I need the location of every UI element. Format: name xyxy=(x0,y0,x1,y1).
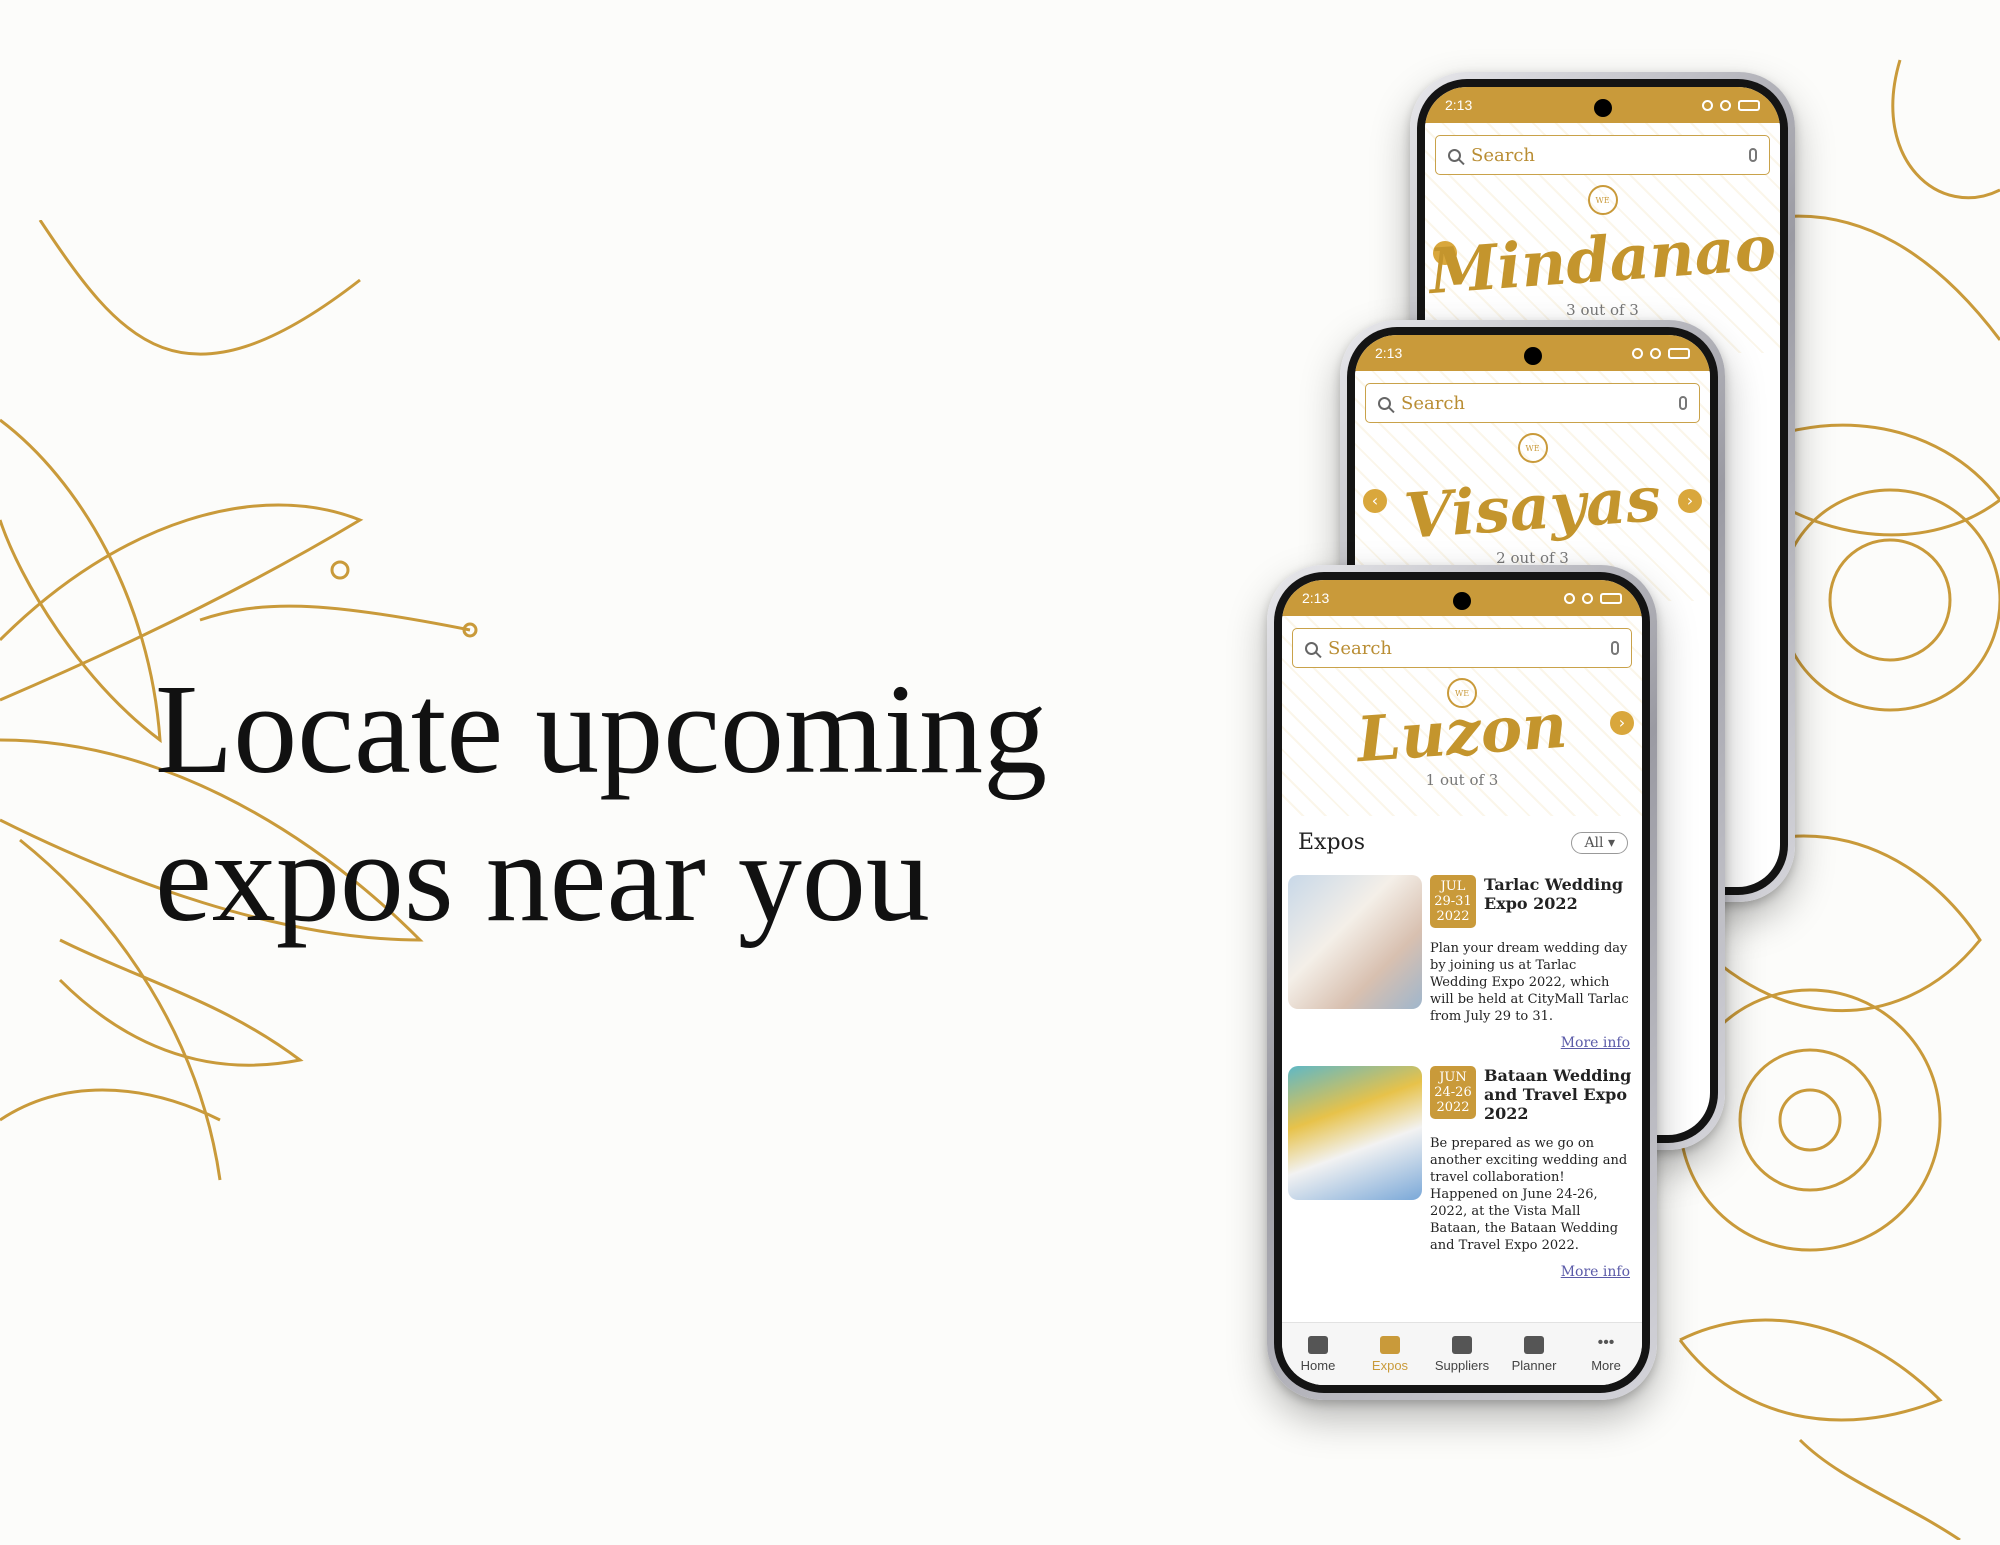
status-icons xyxy=(1632,347,1690,359)
suppliers-icon xyxy=(1452,1335,1472,1354)
region-title: Luzon xyxy=(1354,688,1570,777)
expo-card[interactable]: JUL 29-31 2022 Tarlac Wedding Expo 2022 … xyxy=(1282,865,1642,1052)
battery-icon xyxy=(1600,592,1622,604)
filter-value: All xyxy=(1584,834,1604,851)
expo-year: 2022 xyxy=(1436,1100,1470,1115)
tab-label: Home xyxy=(1300,1357,1336,1373)
expo-days: 24-26 xyxy=(1434,1085,1472,1100)
filter-dropdown[interactable]: All ▾ xyxy=(1571,831,1628,854)
front-camera xyxy=(1453,592,1471,610)
expo-title: Tarlac Wedding Expo 2022 xyxy=(1484,875,1624,913)
more-info-link[interactable]: More info xyxy=(1430,1035,1634,1052)
search-placeholder: Search xyxy=(1401,392,1465,414)
expo-days: 29-31 xyxy=(1434,894,1472,909)
more-info-link[interactable]: More info xyxy=(1430,1264,1634,1281)
region-title: Visayas xyxy=(1401,462,1664,553)
search-icon xyxy=(1305,641,1318,655)
headline-line-1: Locate upcoming xyxy=(155,658,1048,800)
region-banner: Search WE › Luzon 1 out of 3 xyxy=(1282,616,1642,816)
status-time: 2:13 xyxy=(1375,345,1403,361)
tab-label: Planner xyxy=(1511,1357,1557,1373)
expo-month: JUL xyxy=(1440,879,1466,894)
search-icon xyxy=(1448,148,1461,162)
expo-card[interactable]: JUN 24-26 2022 Bataan Wedding and Travel… xyxy=(1282,1052,1642,1281)
search-bar[interactable]: Search xyxy=(1365,383,1700,423)
phone-luzon: 2:13 Search WE › Luzon 1 out of 3 Expos … xyxy=(1267,565,1657,1400)
search-placeholder: Search xyxy=(1328,637,1392,659)
expo-date-badge: JUL 29-31 2022 xyxy=(1430,875,1476,928)
expo-month: JUN xyxy=(1439,1070,1467,1085)
battery-icon xyxy=(1668,347,1690,359)
wifi-icon xyxy=(1650,347,1661,359)
home-icon xyxy=(1308,1335,1328,1354)
expos-header: Expos All ▾ xyxy=(1282,816,1642,865)
expo-image[interactable] xyxy=(1288,875,1422,1009)
expos-title: Expos xyxy=(1298,830,1366,855)
tab-label: Suppliers xyxy=(1434,1357,1490,1373)
region-title: Mindanao xyxy=(1426,210,1779,309)
app-logo: WE xyxy=(1517,433,1548,463)
wifi-icon xyxy=(1720,99,1731,111)
bottom-tab-bar: Home Expos Suppliers Planner ••• More xyxy=(1282,1322,1642,1385)
tab-planner[interactable]: Planner xyxy=(1498,1323,1570,1385)
tab-label: Expos xyxy=(1371,1357,1409,1373)
expo-year: 2022 xyxy=(1436,909,1470,924)
alarm-icon xyxy=(1702,99,1713,111)
expo-description: Be prepared as we go on another exciting… xyxy=(1430,1136,1628,1253)
front-camera xyxy=(1523,347,1542,365)
search-icon xyxy=(1378,396,1391,410)
status-icons xyxy=(1702,99,1760,111)
tab-expos[interactable]: Expos xyxy=(1354,1323,1426,1385)
search-bar[interactable]: Search xyxy=(1292,628,1632,668)
tab-suppliers[interactable]: Suppliers xyxy=(1426,1323,1498,1385)
battery-icon xyxy=(1738,99,1760,111)
more-icon: ••• xyxy=(1597,1333,1615,1351)
expo-title: Bataan Wedding and Travel Expo 2022 xyxy=(1484,1066,1632,1123)
status-time: 2:13 xyxy=(1302,590,1330,606)
expo-description: Plan your dream wedding day by joining u… xyxy=(1430,941,1629,1024)
headline-line-2: expos near you xyxy=(155,806,930,948)
alarm-icon xyxy=(1632,347,1643,359)
search-bar[interactable]: Search xyxy=(1435,135,1770,175)
status-time: 2:13 xyxy=(1445,97,1473,113)
phone-screen: 2:13 Search WE › Luzon 1 out of 3 Expos … xyxy=(1282,580,1642,1385)
expos-icon xyxy=(1380,1335,1400,1354)
microphone-icon[interactable] xyxy=(1679,396,1687,410)
expo-image[interactable] xyxy=(1288,1066,1422,1200)
microphone-icon[interactable] xyxy=(1611,641,1619,655)
front-camera xyxy=(1593,99,1612,117)
expo-date-badge: JUN 24-26 2022 xyxy=(1430,1066,1476,1119)
tab-more[interactable]: ••• More xyxy=(1570,1323,1642,1385)
search-placeholder: Search xyxy=(1471,144,1535,166)
region-banner: Search WE ‹ Mindanao 3 out of 3 xyxy=(1425,123,1780,353)
microphone-icon[interactable] xyxy=(1749,148,1757,162)
wifi-icon xyxy=(1582,592,1593,604)
alarm-icon xyxy=(1564,592,1575,604)
headline: Locate upcoming expos near you xyxy=(155,655,1135,951)
app-logo: WE xyxy=(1587,185,1618,215)
status-icons xyxy=(1564,592,1622,604)
tab-label: More xyxy=(1591,1357,1621,1373)
region-counter: 3 out of 3 xyxy=(1566,301,1639,319)
tab-home[interactable]: Home xyxy=(1282,1323,1354,1385)
region-counter: 1 out of 3 xyxy=(1425,771,1499,789)
planner-icon xyxy=(1524,1335,1544,1354)
